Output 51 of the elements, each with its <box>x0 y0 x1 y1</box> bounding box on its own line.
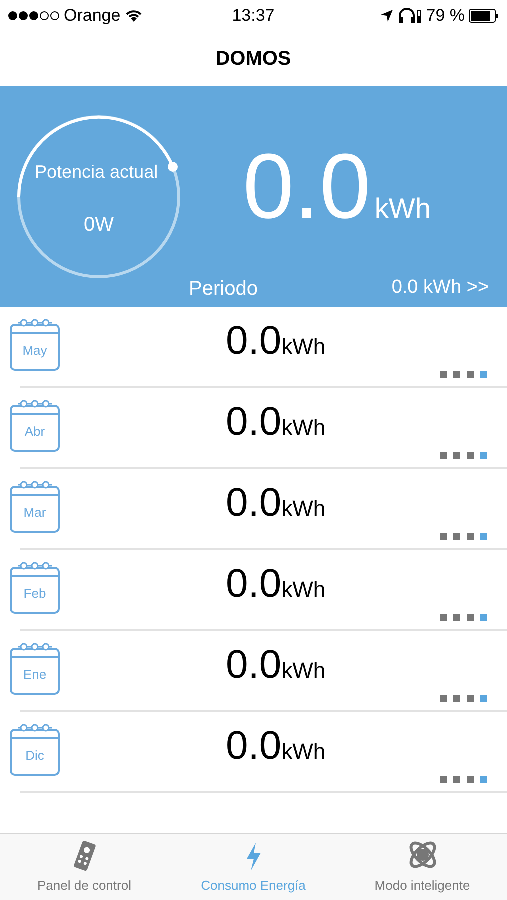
month-unit: kWh <box>282 414 326 442</box>
calendar-icon <box>10 481 60 533</box>
tab-label: Modo inteligente <box>374 876 470 895</box>
month-value: 0.0 <box>226 560 282 608</box>
month-label: Dic <box>24 747 46 765</box>
total-unit: kWh <box>374 192 431 226</box>
tab-label: Consumo Energía <box>201 876 306 895</box>
total-value: 0.0 <box>243 141 371 233</box>
tab-item[interactable]: Modo inteligente <box>338 834 507 900</box>
wifi-icon <box>124 9 143 23</box>
month-value: 0.0 <box>226 318 282 364</box>
status-time: 13:37 <box>232 5 275 28</box>
battery-icon <box>468 9 499 23</box>
calendar-icon <box>10 562 60 614</box>
dots-icon <box>440 371 488 378</box>
dots-icon <box>440 452 488 459</box>
month-label: Ene <box>22 666 48 684</box>
month-unit: kWh <box>282 576 326 604</box>
dots-icon <box>440 533 488 540</box>
nav-title: DOMOS <box>216 47 292 72</box>
battery-percent: 79 % <box>426 5 465 28</box>
month-label: Abr <box>24 423 46 441</box>
tab-item[interactable]: Consumo Energía <box>169 834 338 900</box>
calendar-icon <box>10 643 60 695</box>
month-label: May <box>22 342 48 360</box>
month-label: Feb <box>22 585 48 603</box>
dots-icon <box>440 695 488 702</box>
dots-icon <box>440 614 488 621</box>
month-value: 0.0 <box>226 642 282 688</box>
tab-item[interactable]: Panel de control <box>0 834 169 900</box>
calendar-icon <box>10 400 60 452</box>
calendar-icon <box>10 319 60 371</box>
period-value-link[interactable]: 0.0 kWh >> <box>392 274 489 302</box>
tab-label: Panel de control <box>38 876 132 894</box>
month-unit: kWh <box>282 738 326 766</box>
carrier-name: Orange <box>64 5 121 28</box>
month-value: 0.0 <box>226 480 282 526</box>
month-label: Mar <box>22 504 48 522</box>
calendar-icon <box>10 724 60 776</box>
gauge-value: 0W <box>84 213 114 238</box>
month-unit: kWh <box>282 494 326 522</box>
signal-icon <box>8 11 60 21</box>
month-unit: kWh <box>282 656 326 684</box>
dots-icon <box>440 776 488 783</box>
gauge-label: Potencia actual <box>35 161 158 184</box>
location-arrow-icon <box>380 9 394 23</box>
month-value: 0.0 <box>226 722 282 770</box>
headphones-icon <box>398 8 422 24</box>
month-value: 0.0 <box>226 398 282 446</box>
month-unit: kWh <box>282 332 326 360</box>
period-label: Periodo <box>189 277 258 302</box>
